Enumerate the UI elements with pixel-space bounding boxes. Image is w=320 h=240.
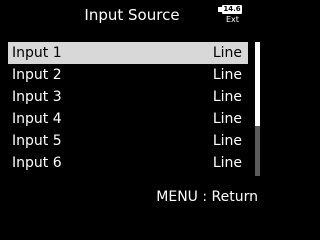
input-name: Input 4	[12, 111, 62, 127]
input-name: Input 1	[12, 45, 62, 61]
battery-indicator: 14.6 Ext	[218, 5, 250, 27]
input-name: Input 2	[12, 67, 62, 83]
input-source-value: Line	[212, 45, 242, 61]
input-name: Input 6	[12, 155, 62, 171]
input-row-2[interactable]: Input 2 Line	[8, 64, 248, 86]
scrollbar-thumb[interactable]	[255, 42, 260, 126]
input-row-4[interactable]: Input 4 Line	[8, 108, 248, 130]
input-name: Input 3	[12, 89, 62, 105]
input-row-5[interactable]: Input 5 Line	[8, 130, 248, 152]
menu-return-hint: MENU : Return	[156, 189, 258, 205]
battery-level: 14.6	[222, 5, 242, 14]
input-source-value: Line	[212, 155, 242, 171]
input-list: Input 1 Line Input 2 Line Input 3 Line I…	[8, 42, 248, 174]
input-row-1[interactable]: Input 1 Line	[8, 42, 248, 64]
input-row-3[interactable]: Input 3 Line	[8, 86, 248, 108]
input-row-6[interactable]: Input 6 Line	[8, 152, 248, 174]
input-source-screen: Input Source 14.6 Ext Input 1 Line Input…	[0, 0, 264, 214]
input-source-value: Line	[212, 89, 242, 105]
input-source-value: Line	[212, 67, 242, 83]
power-source-label: Ext	[226, 15, 239, 24]
input-source-value: Line	[212, 111, 242, 127]
input-source-value: Line	[212, 133, 242, 149]
input-name: Input 5	[12, 133, 62, 149]
list-scrollbar[interactable]	[255, 42, 260, 176]
